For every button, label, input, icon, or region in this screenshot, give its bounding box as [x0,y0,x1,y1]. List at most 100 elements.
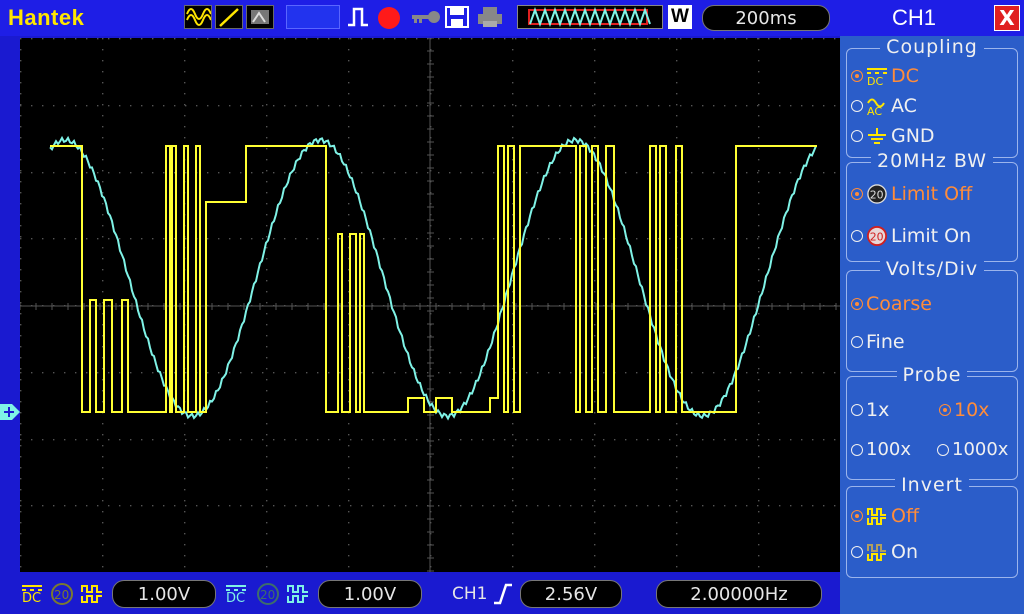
bw-limit-off-label: Limit Off [891,183,973,205]
coupling-gnd-label: GND [891,125,935,147]
volts-coarse-label: Coarse [866,293,932,315]
radio-unselected-icon [851,130,863,142]
record-icon[interactable] [378,7,400,29]
radio-selected-icon [851,70,863,82]
volts-option-coarse[interactable]: Coarse [851,293,932,315]
radio-unselected-icon [851,230,863,242]
coupling-option-gnd[interactable]: GND [851,125,935,147]
invert-group: Invert Off On [846,474,1018,578]
radio-selected-icon [851,188,863,200]
invert-off-label: Off [891,505,920,527]
volts-title: Volts/Div [879,258,985,280]
radio-selected-icon [851,510,863,522]
timebase-value[interactable]: 200ms [702,5,830,31]
radio-unselected-icon [851,546,863,558]
key-icon[interactable] [408,5,442,29]
probe-group: Probe 1x 10x 100x 1000x [846,364,1018,480]
svg-text:DC: DC [22,591,41,606]
svg-text:DC: DC [226,591,245,606]
radio-unselected-icon [851,443,863,456]
coupling-option-ac[interactable]: AC AC [851,95,917,117]
invert-on-icon [867,544,886,561]
ac-icon: AC [867,98,885,116]
probe-title: Probe [896,364,968,386]
bw-option-limit-off[interactable]: 20 Limit Off [851,183,972,205]
ch1-dc-coupling-icon: DC [20,582,44,606]
ch2-volts-div[interactable]: 1.00V [318,580,422,608]
ch1-menu-panel: CH1 X Coupling DC DC AC AC GND 20MHz BW … [840,0,1024,614]
volts-div-group: Volts/Div Coarse Fine [846,258,1018,372]
probe-10x-label: 10x [954,399,990,421]
waveform-screen[interactable] [19,37,842,574]
top-toolbar: Hantek W 200ms [0,0,840,36]
bw-title: 20MHz BW [870,150,993,172]
trigger-source: CH1 [452,584,488,604]
svg-text:20: 20 [54,588,69,602]
radio-unselected-icon [851,336,863,348]
probe-option-1000x[interactable]: 1000x [937,439,1008,460]
coupling-title: Coupling [880,36,984,58]
ch2-ground-marker [0,402,20,422]
window-mode-label[interactable]: W [668,5,692,29]
probe-1x-label: 1x [866,399,890,421]
persistence-icon[interactable] [246,5,274,29]
volts-fine-label: Fine [866,331,905,353]
invert-on-label: On [891,541,918,563]
rising-edge-icon [492,582,514,606]
coupling-group: Coupling DC DC AC AC GND [846,36,1018,158]
svg-text:DC: DC [867,75,883,86]
ch2-dc-coupling-icon: DC [224,582,248,606]
panel-header: CH1 X [840,0,1024,36]
svg-text:20: 20 [870,231,884,244]
ground-icon [868,128,886,144]
ch1-volts-div[interactable]: 1.00V [112,580,216,608]
radio-selected-icon [851,298,863,310]
dc-icon: DC [867,68,887,86]
ch1-digital-trace [50,145,817,413]
probe-option-10x[interactable]: 10x [939,399,989,421]
close-button[interactable]: X [994,5,1020,31]
panel-title: CH1 [892,5,937,30]
probe-100x-label: 100x [866,439,912,460]
radio-unselected-icon [937,443,949,456]
bottom-status-bar: DC 20 1.00V DC 20 1.00V CH1 2.56V 2.0000… [0,574,840,614]
radio-unselected-icon [851,404,863,416]
svg-text:20: 20 [870,189,884,202]
save-icon[interactable] [444,5,470,29]
bw-option-limit-on[interactable]: 20 Limit On [851,225,971,247]
bw-limit-group: 20MHz BW 20 Limit Off 20 Limit On [846,150,1018,262]
ch2-bw-limit-icon: 20 [256,582,280,606]
memory-waveform-display[interactable] [517,5,663,29]
svg-text:AC: AC [867,105,882,116]
invert-option-on[interactable]: On [851,541,918,563]
bw-20-limited-icon: 20 [867,226,887,246]
ch1-bw-limit-icon: 20 [50,582,74,606]
invert-title: Invert [895,474,969,496]
brand-logo: Hantek [8,5,85,30]
xy-mode-icon[interactable] [215,5,243,29]
probe-option-1x[interactable]: 1x [851,399,889,421]
coupling-ac-label: AC [891,95,917,117]
print-icon[interactable] [476,5,504,29]
bw-20-icon: 20 [867,184,887,204]
probe-option-100x[interactable]: 100x [851,439,911,460]
waveform-plot [19,37,842,574]
coupling-dc-label: DC [891,65,919,87]
waveform-mode-icon[interactable] [184,5,212,29]
volts-option-fine[interactable]: Fine [851,331,905,353]
probe-1000x-label: 1000x [952,439,1009,460]
status-slot [286,5,340,29]
bw-limit-on-label: Limit On [891,225,972,247]
ch1-invert-icon [80,582,106,606]
trigger-pulse-icon[interactable] [346,5,374,29]
frequency-readout: 2.00000Hz [656,580,822,608]
svg-text:20: 20 [260,588,275,602]
invert-option-off[interactable]: Off [851,505,919,527]
radio-selected-icon [939,404,951,416]
trigger-level[interactable]: 2.56V [520,580,622,608]
center-ticks [19,37,837,572]
radio-unselected-icon [851,100,863,112]
coupling-option-dc[interactable]: DC DC [851,65,919,87]
ch2-invert-icon [286,582,312,606]
invert-off-icon [867,508,886,525]
